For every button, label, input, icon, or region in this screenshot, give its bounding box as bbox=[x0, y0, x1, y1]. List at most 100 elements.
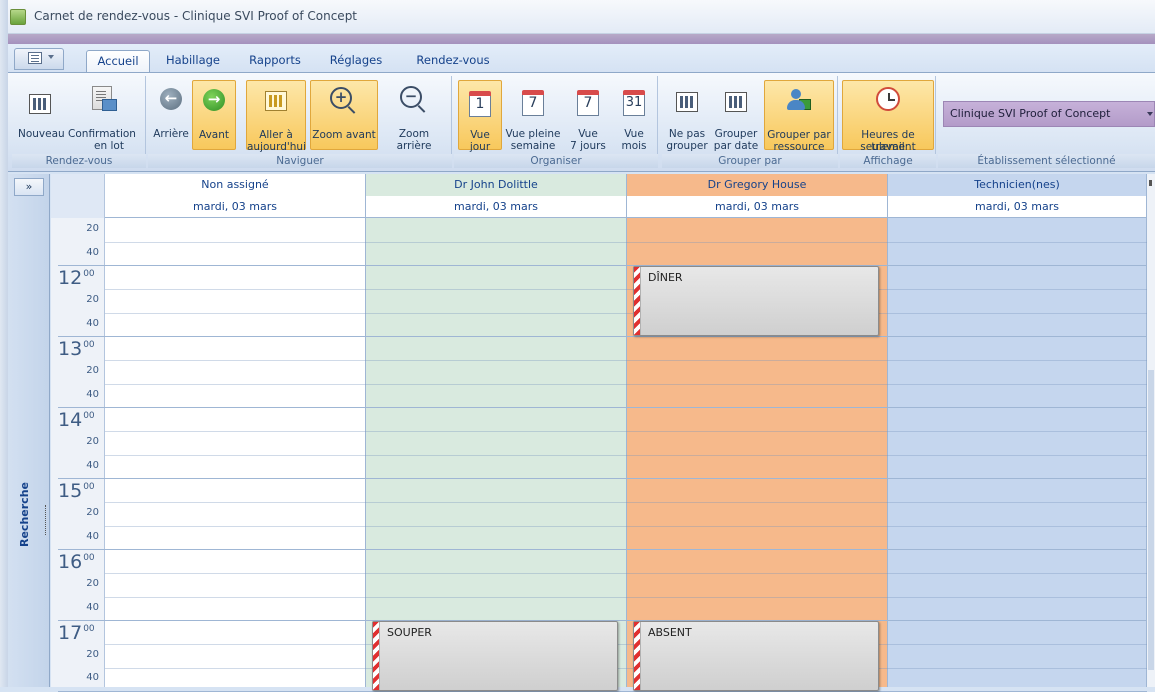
panel-splitter[interactable] bbox=[45, 505, 47, 535]
hour-label: 1600 bbox=[58, 551, 95, 573]
go-today-button[interactable]: Aller à aujourd'hui bbox=[246, 80, 306, 153]
minute-label: 40 bbox=[86, 247, 99, 258]
date-header[interactable]: mardi, 03 mars bbox=[366, 196, 627, 218]
resource-header[interactable]: Technicien(nes) bbox=[888, 174, 1147, 196]
date-header[interactable]: mardi, 03 mars bbox=[888, 196, 1147, 218]
batch-confirm-label-2: en lot bbox=[94, 140, 124, 152]
back-arrow-icon: ← bbox=[160, 88, 182, 110]
expand-panel-button[interactable]: » bbox=[14, 178, 44, 196]
no-group-label-1: Ne pas bbox=[668, 128, 706, 140]
appointment-souper[interactable]: SOUPER bbox=[372, 621, 618, 691]
tab-rapports[interactable]: Rapports bbox=[240, 50, 310, 72]
ribbon-group-naviguer: ← Arrière → Avant Aller à aujourd'hui + … bbox=[148, 76, 452, 168]
title-strip bbox=[8, 34, 1155, 44]
zoom-in-icon: + bbox=[330, 87, 352, 109]
seven-day-view-label-1: Vue bbox=[578, 128, 598, 140]
scroll-up-arrow[interactable] bbox=[1149, 180, 1152, 186]
hour-gridline bbox=[105, 549, 1147, 550]
group-label-affichage: Affichage bbox=[840, 154, 936, 168]
seven-day-view-button[interactable]: 7 Vue 7 jours bbox=[566, 80, 610, 152]
hour-gridline bbox=[105, 620, 1147, 621]
slot-gridline bbox=[105, 384, 1147, 385]
group-by-resource-button[interactable]: Grouper par ressource bbox=[764, 80, 834, 153]
hour-label: 1300 bbox=[58, 338, 95, 360]
slot-gridline bbox=[105, 289, 1147, 290]
resource-header[interactable]: Dr John Dolittle bbox=[366, 174, 627, 196]
hour-gridline bbox=[105, 265, 1147, 266]
calendar-month-icon: 31 bbox=[623, 90, 645, 116]
group-resource-icon bbox=[787, 89, 811, 111]
tab-reglages[interactable]: Réglages bbox=[322, 50, 390, 72]
chevron-down-icon bbox=[48, 55, 54, 59]
resource-header[interactable]: Dr Gregory House bbox=[627, 174, 888, 196]
group-by-date-button[interactable]: Grouper par date bbox=[710, 80, 762, 152]
day-view-label-2: jour bbox=[469, 141, 491, 153]
zoom-out-button[interactable]: − Zoom arrière bbox=[380, 80, 448, 152]
month-view-button[interactable]: 31 Vue mois bbox=[614, 80, 654, 152]
month-view-label-2: mois bbox=[621, 140, 647, 152]
slot-gridline bbox=[105, 597, 1147, 598]
hour-gridline bbox=[105, 336, 1147, 337]
group-by-resource-label-1: Grouper par bbox=[767, 129, 831, 141]
work-hours-label-2: seulement bbox=[860, 141, 916, 153]
calendar-7days-icon: 7 bbox=[577, 90, 599, 116]
app-icon bbox=[10, 9, 26, 25]
slot-gridline bbox=[105, 526, 1147, 527]
appointment-title: DÎNER bbox=[648, 271, 683, 284]
seven-day-view-label-2: 7 jours bbox=[570, 140, 606, 152]
hour-gridline bbox=[105, 407, 1147, 408]
minute-label: 40 bbox=[86, 672, 99, 683]
facility-select[interactable]: Clinique SVI Proof of Concept bbox=[943, 101, 1155, 127]
no-group-button[interactable]: Ne pas grouper bbox=[664, 80, 710, 152]
appointment-title: SOUPER bbox=[387, 626, 432, 639]
go-today-label-1: Aller à bbox=[259, 129, 293, 141]
appointment-diner[interactable]: DÎNER bbox=[633, 266, 879, 336]
search-panel-label[interactable]: Recherche bbox=[18, 470, 38, 560]
tab-habillage[interactable]: Habillage bbox=[158, 50, 228, 72]
tab-rendez-vous[interactable]: Rendez-vous bbox=[410, 50, 496, 72]
ribbon-group-affichage: Heures de travail seulement Affichage bbox=[840, 76, 936, 168]
tab-accueil[interactable]: Accueil bbox=[86, 50, 150, 72]
week-view-button[interactable]: 7 Vue pleine semaine bbox=[504, 80, 562, 152]
calendar-day-icon: 1 bbox=[469, 91, 491, 117]
group-by-resource-label-2: ressource bbox=[773, 141, 825, 153]
forward-arrow-icon: → bbox=[203, 89, 225, 111]
ribbon-group-organiser: 1 Vue jour 7 Vue pleine semaine 7 Vue 7 … bbox=[454, 76, 658, 168]
date-header[interactable]: mardi, 03 mars bbox=[627, 196, 888, 218]
group-label-naviguer: Naviguer bbox=[148, 154, 452, 168]
day-view-label-1: Vue bbox=[470, 129, 490, 141]
appointment-absent[interactable]: ABSENT bbox=[633, 621, 879, 691]
new-appointment-button[interactable]: Nouveau bbox=[18, 80, 65, 150]
back-label: Arrière bbox=[153, 128, 189, 140]
zoom-in-label: Zoom avant bbox=[312, 129, 376, 141]
hour-label: 1200 bbox=[58, 267, 95, 289]
hour-label: 1400 bbox=[58, 409, 95, 431]
appointment-title: ABSENT bbox=[648, 626, 692, 639]
scrollbar-thumb[interactable] bbox=[1148, 370, 1154, 670]
month-view-label-1: Vue bbox=[624, 128, 644, 140]
week-view-label-2: semaine bbox=[510, 140, 556, 152]
minute-label: 20 bbox=[86, 223, 99, 234]
ribbon-group-grouper: Ne pas grouper Grouper par date Grouper … bbox=[662, 76, 838, 168]
minute-label: 40 bbox=[86, 602, 99, 613]
zoom-in-button[interactable]: + Zoom avant bbox=[310, 80, 378, 150]
day-view-button[interactable]: 1 Vue jour bbox=[458, 80, 502, 153]
go-today-label-2: aujourd'hui bbox=[247, 141, 306, 153]
slot-gridline bbox=[105, 431, 1147, 432]
today-icon bbox=[265, 91, 287, 111]
calendar-grid-icon bbox=[29, 94, 51, 114]
work-hours-icon bbox=[876, 87, 900, 111]
hour-label: 1700 bbox=[58, 622, 95, 644]
work-hours-only-button[interactable]: Heures de travail seulement bbox=[842, 80, 934, 153]
batch-confirm-button[interactable]: Confirmation en lot bbox=[62, 80, 142, 152]
no-group-icon bbox=[676, 92, 698, 112]
forward-label: Avant bbox=[199, 129, 229, 141]
back-button[interactable]: ← Arrière bbox=[152, 80, 190, 150]
group-label-etablissement: Établissement sélectionné bbox=[938, 154, 1155, 168]
resource-header[interactable]: Non assigné bbox=[105, 174, 366, 196]
date-header[interactable]: mardi, 03 mars bbox=[105, 196, 366, 218]
group-label-organiser: Organiser bbox=[454, 154, 658, 168]
forward-button[interactable]: → Avant bbox=[192, 80, 236, 150]
group-label-rendezvous: Rendez-vous bbox=[12, 154, 146, 168]
group-by-date-label-1: Grouper bbox=[714, 128, 758, 140]
